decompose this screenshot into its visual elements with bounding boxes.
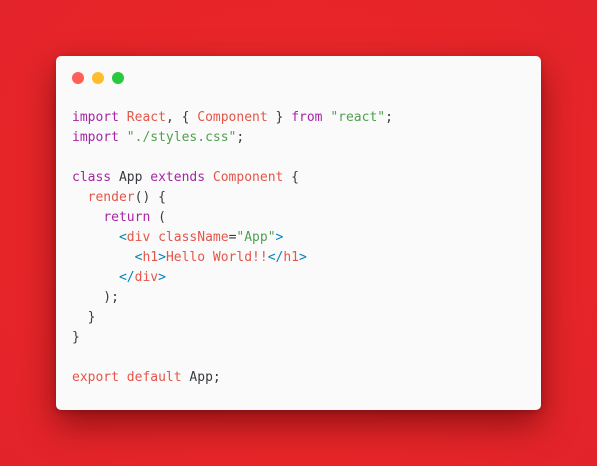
code-token: from bbox=[291, 110, 323, 125]
code-line: return ( bbox=[72, 208, 393, 228]
code-token: </ bbox=[267, 250, 284, 265]
code-token: } bbox=[267, 110, 292, 125]
code-token: div bbox=[134, 270, 159, 285]
code-token: h1 bbox=[283, 250, 299, 265]
code-token: ( bbox=[150, 210, 166, 225]
code-token: </ bbox=[118, 270, 135, 285]
code-token: extends bbox=[150, 170, 206, 185]
code-line: render() { bbox=[72, 188, 393, 208]
code-token: { bbox=[283, 170, 300, 185]
code-line: ); bbox=[72, 288, 393, 308]
code-token: Component bbox=[197, 110, 268, 125]
code-token: default bbox=[126, 370, 182, 385]
code-line: <h1>Hello World!!</h1> bbox=[72, 248, 393, 268]
maximize-dot-icon[interactable] bbox=[112, 72, 124, 84]
code-line: export default App; bbox=[72, 368, 393, 388]
code-token: import bbox=[72, 130, 119, 145]
code-token: React bbox=[126, 110, 166, 125]
code-token: ); bbox=[72, 290, 119, 305]
code-token: < bbox=[118, 230, 127, 245]
code-line: </div> bbox=[72, 268, 393, 288]
code-token: return bbox=[103, 210, 151, 225]
code-token: > bbox=[299, 250, 307, 265]
close-dot-icon[interactable] bbox=[72, 72, 84, 84]
code-line: class App extends Component { bbox=[72, 168, 393, 188]
code-token: h1 bbox=[142, 250, 159, 265]
code-token: > bbox=[158, 270, 166, 285]
window-controls bbox=[72, 72, 124, 84]
code-token: render bbox=[87, 190, 135, 205]
code-line: } bbox=[72, 308, 393, 328]
code-token: ; bbox=[236, 130, 245, 145]
code-token: export bbox=[72, 370, 119, 385]
code-token: "react" bbox=[330, 110, 386, 125]
code-token: className bbox=[158, 230, 229, 245]
code-line: } bbox=[72, 328, 393, 348]
code-token: div bbox=[126, 230, 151, 245]
code-token: App bbox=[111, 170, 151, 185]
code-block: import React, { Component } from "react"… bbox=[72, 108, 393, 388]
code-window: import React, { Component } from "react"… bbox=[56, 56, 541, 410]
code-token: > bbox=[275, 230, 284, 245]
code-line: import React, { Component } from "react"… bbox=[72, 108, 393, 128]
code-token: } bbox=[72, 330, 80, 345]
code-token: App; bbox=[181, 370, 221, 385]
minimize-dot-icon[interactable] bbox=[92, 72, 104, 84]
code-line: import "./styles.css"; bbox=[72, 128, 393, 148]
code-token: "App" bbox=[236, 230, 276, 245]
code-token: Component bbox=[212, 170, 284, 185]
code-token: Hello World!! bbox=[165, 250, 268, 265]
code-token: , { bbox=[165, 110, 198, 125]
code-token: import bbox=[72, 110, 119, 125]
code-token: ; bbox=[385, 110, 393, 125]
code-token: () { bbox=[134, 190, 166, 205]
code-line: <div className="App"> bbox=[72, 228, 393, 248]
code-token: class bbox=[72, 170, 112, 185]
code-token: } bbox=[72, 310, 96, 325]
code-token: > bbox=[158, 250, 166, 265]
code-token: "./styles.css" bbox=[126, 130, 237, 145]
